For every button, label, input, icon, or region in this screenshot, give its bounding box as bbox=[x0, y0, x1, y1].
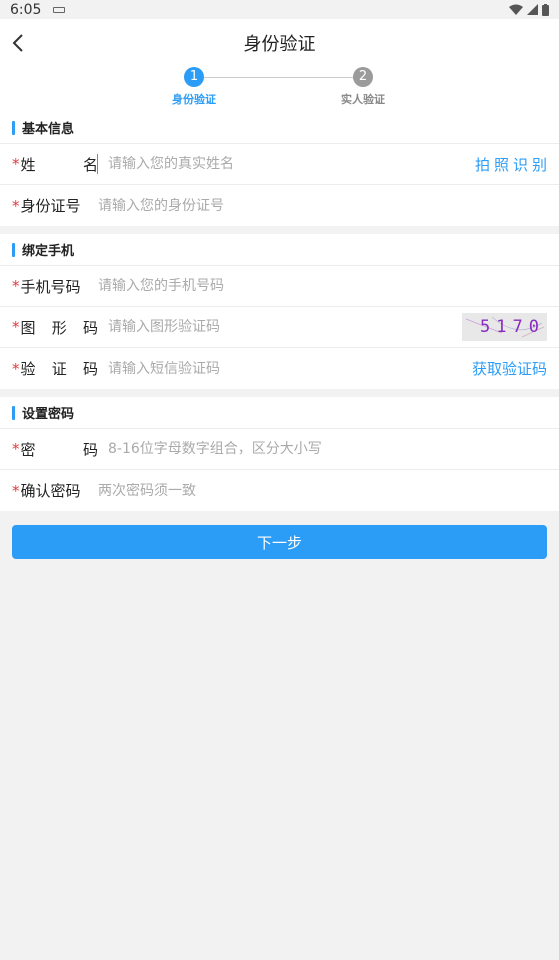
password-input[interactable] bbox=[108, 441, 547, 457]
name-row: * 姓 名 拍照识别 bbox=[0, 144, 559, 185]
step-2: 2 实人验证 bbox=[323, 67, 403, 107]
captcha-code: 5170 bbox=[480, 317, 545, 337]
next-step-button[interactable]: 下一步 bbox=[12, 525, 547, 559]
sms-label-char-1: 验 bbox=[20, 360, 36, 378]
chevron-left-icon bbox=[12, 34, 23, 52]
section-phone-title: 绑定手机 bbox=[22, 244, 75, 259]
section-basic-title: 基本信息 bbox=[22, 122, 75, 137]
mobile-input[interactable] bbox=[98, 278, 547, 294]
photo-recognize-button[interactable]: 拍照识别 bbox=[475, 154, 551, 175]
step-2-number: 2 bbox=[353, 67, 373, 87]
section-basic-info: 基本信息 * 姓 名 拍照识别 * 身份证号 bbox=[0, 112, 559, 226]
required-mark: * bbox=[12, 155, 20, 173]
section-bind-phone: 绑定手机 * 手机号码 * 图形码 5170 * 验证码 获取验证码 bbox=[0, 234, 559, 389]
section-accent-bar bbox=[12, 120, 15, 135]
password-label-char-2: 码 bbox=[82, 440, 98, 459]
battery-icon bbox=[542, 3, 549, 16]
confirm-password-input[interactable] bbox=[98, 482, 547, 499]
captcha-label-char-2: 形 bbox=[51, 318, 67, 337]
section-title-password: 设置密码 bbox=[0, 397, 559, 429]
name-input[interactable] bbox=[108, 156, 475, 172]
captcha-label: * 图形码 bbox=[12, 317, 98, 338]
idcard-label: * 身份证号 bbox=[12, 195, 98, 216]
section-accent-bar bbox=[12, 242, 15, 257]
captcha-row: * 图形码 5170 bbox=[0, 307, 559, 348]
section-title-basic: 基本信息 bbox=[0, 112, 559, 144]
captcha-label-char-1: 图 bbox=[20, 318, 36, 337]
confirm-password-label: * 确认密码 bbox=[12, 480, 98, 501]
password-row: * 密 码 bbox=[0, 429, 559, 470]
page-title: 身份验证 bbox=[243, 34, 316, 55]
section-password-title: 设置密码 bbox=[22, 407, 75, 422]
required-mark: * bbox=[12, 481, 20, 500]
required-mark: * bbox=[12, 196, 20, 215]
idcard-input[interactable] bbox=[98, 197, 547, 214]
text-caret bbox=[97, 154, 98, 174]
step-indicator: 1 身份验证 2 实人验证 bbox=[0, 67, 559, 112]
name-label: * 姓 名 bbox=[12, 154, 98, 175]
password-label: * 密 码 bbox=[12, 439, 98, 460]
confirm-password-label-text: 确认密码 bbox=[20, 482, 81, 500]
required-mark: * bbox=[12, 277, 20, 295]
mobile-label-text: 手机号码 bbox=[20, 277, 81, 296]
app-header: 身份验证 bbox=[0, 19, 559, 67]
mobile-label: * 手机号码 bbox=[12, 276, 98, 297]
get-sms-code-button[interactable]: 获取验证码 bbox=[472, 358, 547, 379]
step-1-number: 1 bbox=[184, 67, 204, 87]
keyboard-icon bbox=[53, 6, 66, 13]
required-mark: * bbox=[12, 440, 20, 458]
status-bar: 6:05 bbox=[0, 0, 559, 19]
captcha-image[interactable]: 5170 bbox=[462, 313, 547, 341]
name-label-char-1: 姓 bbox=[20, 155, 36, 174]
section-accent-bar bbox=[12, 405, 15, 420]
idcard-row: * 身份证号 bbox=[0, 185, 559, 226]
sms-row: * 验证码 获取验证码 bbox=[0, 348, 559, 389]
step-1-label: 身份验证 bbox=[172, 93, 216, 106]
name-label-char-2: 名 bbox=[82, 155, 98, 174]
required-mark: * bbox=[12, 359, 20, 378]
confirm-password-row: * 确认密码 bbox=[0, 470, 559, 511]
sms-label: * 验证码 bbox=[12, 358, 98, 379]
status-time: 6:05 bbox=[10, 1, 42, 18]
idcard-label-text: 身份证号 bbox=[20, 197, 81, 215]
password-label-char-1: 密 bbox=[20, 440, 36, 459]
mobile-row: * 手机号码 bbox=[0, 266, 559, 307]
back-button[interactable] bbox=[6, 31, 30, 55]
signal-icon bbox=[527, 4, 538, 15]
sms-label-char-3: 码 bbox=[82, 360, 98, 378]
step-2-label: 实人验证 bbox=[341, 93, 385, 106]
required-mark: * bbox=[12, 318, 20, 336]
wifi-icon bbox=[509, 4, 523, 15]
sms-code-input[interactable] bbox=[108, 360, 472, 377]
captcha-input[interactable] bbox=[108, 319, 462, 335]
step-1: 1 身份验证 bbox=[154, 67, 234, 107]
sms-label-char-2: 证 bbox=[51, 360, 67, 378]
section-title-phone: 绑定手机 bbox=[0, 234, 559, 266]
captcha-label-char-3: 码 bbox=[82, 318, 98, 337]
section-set-password: 设置密码 * 密 码 * 确认密码 bbox=[0, 397, 559, 511]
